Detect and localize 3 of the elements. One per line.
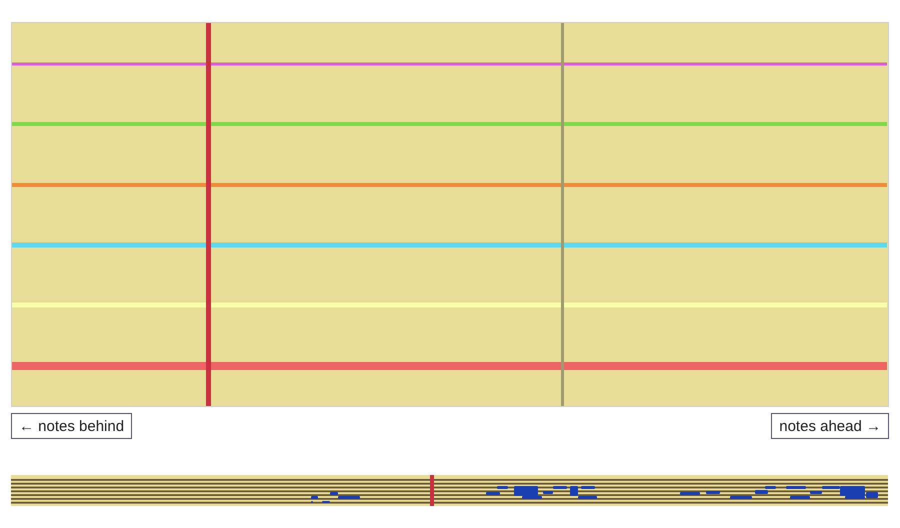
nav-button[interactable]: notes ahead → — [771, 413, 889, 439]
playhead-marker — [430, 475, 434, 506]
nav-button[interactable]: ← notes behind — [11, 413, 132, 439]
